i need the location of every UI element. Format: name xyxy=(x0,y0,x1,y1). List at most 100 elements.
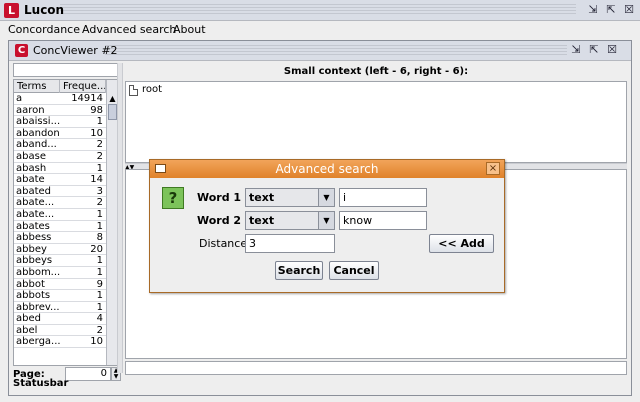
distance-input[interactable]: 3 xyxy=(245,234,335,253)
vertical-splitter[interactable] xyxy=(117,63,123,373)
inner-titlebar-texture xyxy=(105,45,567,57)
table-row[interactable]: abbey 20 xyxy=(14,244,106,256)
word2-type-select[interactable]: text ▼ xyxy=(245,211,335,230)
frequency-cell: 10 xyxy=(90,336,103,348)
term-cell: abel xyxy=(16,324,38,336)
terms-table-header: Terms Freque... xyxy=(14,80,106,93)
frequency-cell: 1 xyxy=(96,301,103,313)
table-row[interactable]: abase 2 xyxy=(14,151,106,163)
table-row[interactable]: abbots 1 xyxy=(14,290,106,302)
inner-close-button[interactable]: ☒ xyxy=(605,44,619,57)
dialog-titlebar[interactable]: Advanced search × xyxy=(150,160,504,178)
table-row[interactable]: abate 14 xyxy=(14,174,106,186)
column-header-frequency[interactable]: Freque... xyxy=(60,80,106,93)
term-cell: abate xyxy=(16,174,45,186)
minimize-button[interactable]: ⇲ xyxy=(586,4,600,17)
frequency-cell: 2 xyxy=(96,150,103,162)
conc-viewer-titlebar[interactable]: C ConcViewer #2 ⇲ ⇱ ☒ xyxy=(9,41,631,61)
term-cell: abbot xyxy=(16,278,45,290)
inner-maximize-button[interactable]: ⇱ xyxy=(587,44,601,57)
frequency-cell: 1 xyxy=(96,116,103,128)
term-cell: abate... xyxy=(16,208,55,220)
table-row[interactable]: abated 3 xyxy=(14,186,106,198)
word1-label: Word 1 xyxy=(197,191,242,204)
context-header: Small context (left - 6, right - 6): xyxy=(283,66,469,77)
word2-input[interactable]: know xyxy=(339,211,427,230)
table-row[interactable]: abates 1 xyxy=(14,221,106,233)
app-title: Lucon xyxy=(24,3,65,17)
frequency-cell: 14914 xyxy=(71,93,103,104)
context-tree[interactable]: root xyxy=(125,81,627,163)
term-cell: aband... xyxy=(16,139,57,151)
frequency-cell: 8 xyxy=(96,232,103,244)
cancel-button[interactable]: Cancel xyxy=(329,261,379,280)
term-cell: abbeys xyxy=(16,255,53,267)
table-row[interactable]: abate... 2 xyxy=(14,197,106,209)
frequency-cell: 2 xyxy=(96,139,103,151)
frequency-cell: 1 xyxy=(96,255,103,267)
terms-pane: Terms Freque... a 14914 aaron 98 abaissi... 1… xyxy=(13,63,123,381)
table-row[interactable]: abbom... 1 xyxy=(14,267,106,279)
menu-advanced-search[interactable]: Advanced search xyxy=(82,23,176,36)
menu-about[interactable]: About xyxy=(173,23,206,36)
term-filter-input[interactable] xyxy=(13,63,119,77)
table-row[interactable]: abate... 1 xyxy=(14,209,106,221)
close-button[interactable]: ☒ xyxy=(622,4,636,17)
frequency-cell: 1 xyxy=(96,208,103,220)
results-input[interactable] xyxy=(125,361,627,375)
table-row[interactable]: aband... 2 xyxy=(14,139,106,151)
table-row[interactable]: abbrev... 1 xyxy=(14,302,106,314)
frequency-cell: 1 xyxy=(96,290,103,302)
word1-type-select[interactable]: text ▼ xyxy=(245,188,335,207)
conc-viewer-title: ConcViewer #2 xyxy=(33,44,118,57)
term-cell: abaissi... xyxy=(16,116,61,128)
table-row[interactable]: aberga... 10 xyxy=(14,336,106,349)
table-row[interactable]: abbeys 1 xyxy=(14,255,106,267)
table-row[interactable]: abed 4 xyxy=(14,313,106,325)
maximize-button[interactable]: ⇱ xyxy=(604,4,618,17)
titlebar-texture xyxy=(60,4,576,16)
table-row[interactable]: abbess 8 xyxy=(14,232,106,244)
word1-input[interactable]: i xyxy=(339,188,427,207)
frequency-cell: 1 xyxy=(96,266,103,278)
dialog-close-button[interactable]: × xyxy=(486,162,500,175)
table-row[interactable]: aaron 98 xyxy=(14,105,106,117)
terms-table[interactable]: Terms Freque... a 14914 aaron 98 abaissi... 1… xyxy=(13,79,119,366)
table-row[interactable]: abbot 9 xyxy=(14,279,106,291)
term-cell: abated xyxy=(16,185,52,197)
word2-type-value: text xyxy=(249,214,275,227)
help-icon: ? xyxy=(162,187,184,209)
table-row[interactable]: abel 2 xyxy=(14,325,106,337)
table-row[interactable]: a 14914 xyxy=(14,93,106,105)
chevron-down-icon[interactable]: ▼ xyxy=(318,189,334,206)
page-input[interactable]: 0 xyxy=(65,367,111,381)
frequency-cell: 2 xyxy=(96,197,103,209)
search-button[interactable]: Search xyxy=(275,261,323,280)
table-row[interactable]: abandon 10 xyxy=(14,128,106,140)
menu-concordance[interactable]: Concordance xyxy=(8,23,80,36)
term-cell: abate... xyxy=(16,197,55,209)
frequency-cell: 9 xyxy=(96,278,103,290)
frequency-cell: 4 xyxy=(96,313,103,325)
term-cell: abates xyxy=(16,220,50,232)
conc-viewer-icon: C xyxy=(15,44,28,57)
scrollbar-thumb[interactable] xyxy=(108,104,117,120)
frequency-cell: 3 xyxy=(96,185,103,197)
table-row[interactable]: abash 1 xyxy=(14,163,106,175)
chevron-down-icon[interactable]: ▼ xyxy=(318,212,334,229)
frequency-cell: 10 xyxy=(90,127,103,139)
inner-minimize-button[interactable]: ⇲ xyxy=(569,44,583,57)
term-cell: abash xyxy=(16,162,47,174)
term-cell: a xyxy=(16,93,23,104)
app-titlebar[interactable]: L Lucon ⇲ ⇱ ☒ xyxy=(0,0,640,21)
menubar: Concordance Advanced search About xyxy=(0,21,640,40)
frequency-cell: 1 xyxy=(96,162,103,174)
word1-type-value: text xyxy=(249,191,275,204)
dialog-title: Advanced search xyxy=(275,162,379,176)
frequency-cell: 98 xyxy=(90,104,103,116)
column-header-terms[interactable]: Terms xyxy=(14,80,60,93)
table-row[interactable]: abaissi... 1 xyxy=(14,116,106,128)
terms-table-body: a 14914 aaron 98 abaissi... 1 abandon 10 aband..… xyxy=(14,93,106,349)
tree-root-node[interactable]: root xyxy=(142,84,162,95)
add-button[interactable]: << Add xyxy=(429,234,494,253)
